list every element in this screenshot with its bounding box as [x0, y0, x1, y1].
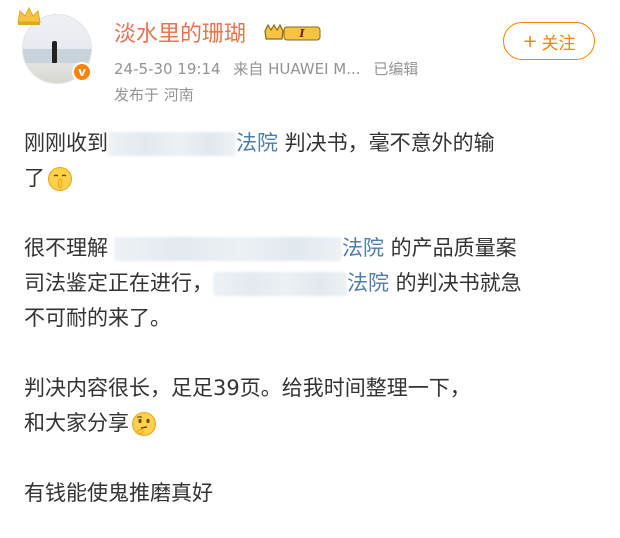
redacted-text: [108, 132, 236, 156]
content-text: 判决内容很长，足足39页。给我时间整理一下，: [24, 376, 471, 400]
court-link[interactable]: 法院: [347, 271, 389, 295]
content-text: 和大家分享: [24, 411, 129, 435]
redacted-text: [213, 272, 347, 296]
content-line: 刚刚收到 法院 判决书，毫不意外的输: [24, 126, 604, 161]
redacted-text: [114, 237, 342, 261]
post-meta: 24-5-30 19:14 来自 HUAWEI M... 已编辑: [114, 58, 426, 79]
post-source: 来自 HUAWEI M...: [233, 60, 361, 78]
follow-button[interactable]: + 关注: [503, 22, 595, 60]
content-text: 很不理解: [24, 236, 108, 260]
content-line: 司法鉴定正在进行， 法院 的判决书就急: [24, 266, 604, 301]
crown-icon: [17, 6, 41, 25]
avatar-container[interactable]: v: [17, 6, 94, 84]
thinking-emoji-icon: [132, 412, 156, 436]
content-text: 判决书，毫不意外的输: [278, 131, 495, 155]
content-text: 的产品质量案: [384, 236, 517, 260]
court-link[interactable]: 法院: [236, 131, 278, 155]
username[interactable]: 淡水里的珊瑚: [114, 16, 246, 48]
content-line: 和大家分享: [24, 406, 604, 441]
content-line: 有钱能使鬼推磨真好: [24, 476, 604, 511]
post-location: 发布于 河南: [114, 86, 194, 104]
post-content: 刚刚收到 法院 判决书，毫不意外的输 了 很不理解 法院 的产品质量案 司法鉴定正在…: [24, 126, 604, 511]
content-text: 刚刚收到: [24, 131, 108, 155]
content-text: 司法鉴定正在进行，: [24, 271, 213, 295]
content-text: 不可耐的来了。: [24, 306, 171, 330]
level-number: I: [298, 27, 305, 40]
shush-emoji-icon: [48, 167, 72, 191]
timestamp[interactable]: 24-5-30 19:14: [114, 60, 221, 78]
court-link[interactable]: 法院: [342, 236, 384, 260]
plus-icon: +: [522, 30, 538, 52]
content-text: 了: [24, 166, 45, 190]
level-badge-icon[interactable]: I: [262, 22, 324, 44]
edited-label[interactable]: 已编辑: [373, 60, 418, 78]
verified-v-icon: v: [72, 62, 92, 82]
content-line: 判决内容很长，足足39页。给我时间整理一下，: [24, 371, 604, 406]
content-text: 的判决书就急: [389, 271, 522, 295]
content-line: 了: [24, 161, 604, 196]
content-line: 不可耐的来了。: [24, 301, 604, 336]
content-line: 很不理解 法院 的产品质量案: [24, 231, 604, 266]
content-text: 有钱能使鬼推磨真好: [24, 481, 213, 505]
follow-label: 关注: [541, 33, 576, 54]
